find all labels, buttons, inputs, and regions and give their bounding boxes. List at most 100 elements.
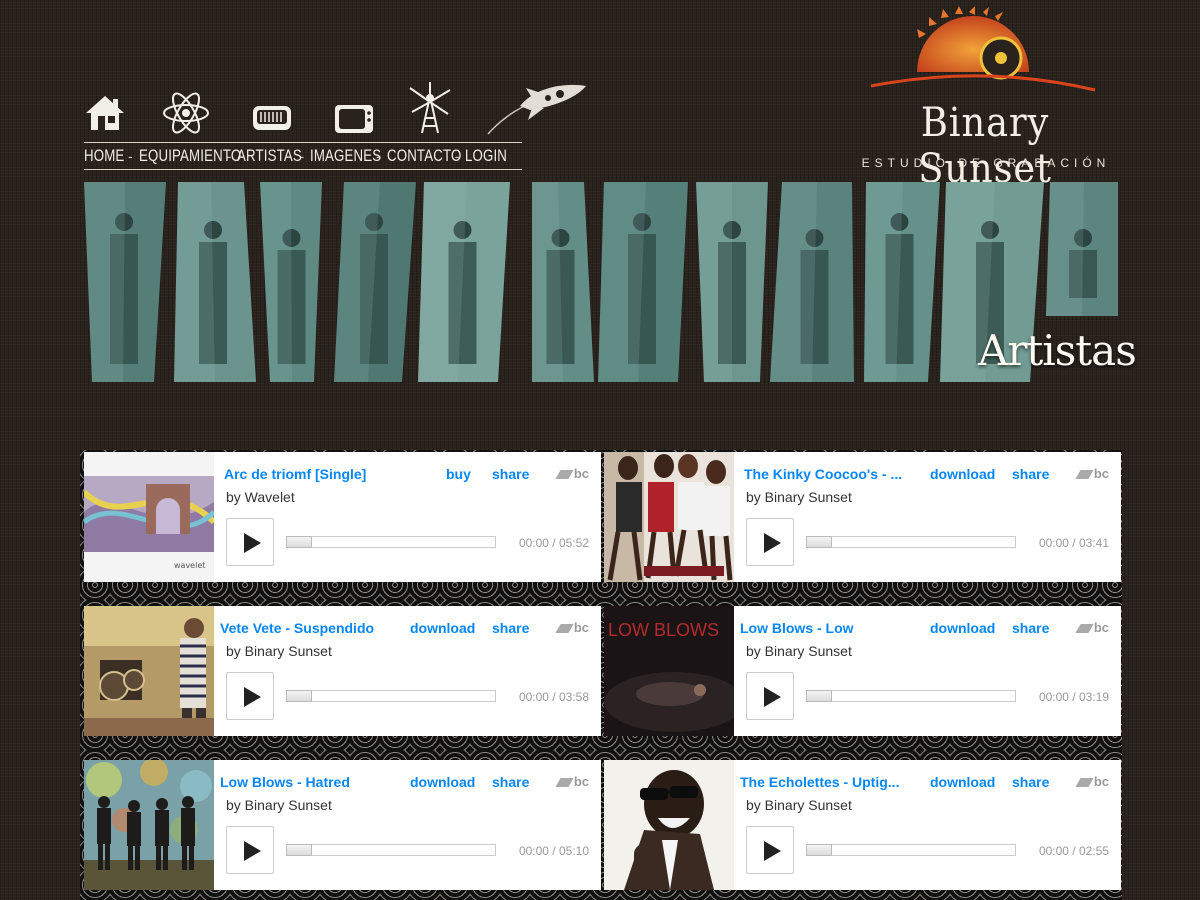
bandcamp-player: wavelet Arc de triomf [Single] by Wavele… [84,452,601,582]
bandcamp-brand: bc [573,466,589,481]
banner-photo-strip [696,182,768,382]
nav-icons [84,80,586,140]
album-art[interactable] [604,452,734,582]
track-title[interactable]: Vete Vete - Suspendido [220,620,374,636]
progress-thumb[interactable] [806,690,832,702]
album-art[interactable] [84,606,214,736]
download-link[interactable]: download [930,774,995,790]
banner-photo-strip [532,182,594,382]
progress-thumb[interactable] [286,536,312,548]
banner-photo-strips [84,182,1118,382]
bandcamp-brand: bc [573,774,589,789]
nav-equipamiento[interactable]: EQUIPAMIENTO [139,146,241,166]
share-link[interactable]: share [1012,774,1049,790]
play-button[interactable] [226,826,274,874]
main-nav: HOME - EQUIPAMIENTO - ARTISTAS - IMAGENE… [84,80,586,170]
house-icon[interactable] [84,94,126,132]
track-time: 00:00 / 03:58 [518,690,589,704]
track-time: 00:00 / 05:10 [518,844,589,858]
play-button[interactable] [746,672,794,720]
nav-contacto[interactable]: CONTACTO [387,146,461,166]
banner-photo-strip [770,182,854,382]
player-body: Vete Vete - Suspendido by Binary Sunset … [214,606,601,736]
bandcamp-player: Low Blows - Hatred by Binary Sunset down… [84,760,601,890]
logo-subtitle: ESTUDIO DE GRABACIÓN [861,156,1111,170]
banner-photo-strip [334,182,416,382]
nav-menu: HOME - EQUIPAMIENTO - ARTISTAS - IMAGENE… [84,142,522,170]
wavelet-signature: wavelet [174,561,205,570]
track-title[interactable]: Low Blows - Low [740,620,854,636]
download-link[interactable]: download [410,774,475,790]
banner-photo-strip [174,182,256,382]
progress-track[interactable] [806,690,1016,702]
progress-track[interactable] [286,690,496,702]
radio-icon[interactable] [252,104,292,132]
nav-imagenes[interactable]: IMAGENES [310,146,381,166]
progress-track[interactable] [806,844,1016,856]
play-button[interactable] [746,826,794,874]
bandcamp-logo[interactable]: bc [1075,774,1109,789]
download-link[interactable]: download [930,466,995,482]
progress-thumb[interactable] [286,844,312,856]
track-title[interactable]: The Echolettes - Uptig... [740,774,899,790]
share-link[interactable]: share [1012,620,1049,636]
track-artist: by Binary Sunset [746,797,852,813]
atom-icon[interactable] [162,92,210,134]
track-artist: by Binary Sunset [746,643,852,659]
player-body: Low Blows - Low by Binary Sunset downloa… [734,606,1121,736]
bandcamp-player: Vete Vete - Suspendido by Binary Sunset … [84,606,601,736]
track-time: 00:00 / 03:19 [1038,690,1109,704]
track-time: 00:00 / 02:55 [1038,844,1109,858]
track-title[interactable]: Arc de triomf [Single] [224,466,366,482]
progress-thumb[interactable] [806,844,832,856]
bandcamp-logo[interactable]: bc [555,774,589,789]
play-button[interactable] [226,518,274,566]
album-art[interactable]: wavelet [84,452,214,582]
track-title[interactable]: Low Blows - Hatred [220,774,350,790]
rocket-icon[interactable] [484,80,594,136]
bandcamp-brand: bc [1093,620,1109,635]
sunset-logo-icon [870,6,1096,92]
share-link[interactable]: share [492,620,529,636]
nav-artistas[interactable]: ARTISTAS [237,146,302,166]
album-art[interactable]: LOW BLOWS [604,606,734,736]
bandcamp-logo[interactable]: bc [1075,620,1109,635]
banner-photo-strip [598,182,688,382]
play-button[interactable] [746,518,794,566]
track-time: 00:00 / 05:52 [518,536,589,550]
track-artist: by Wavelet [226,489,295,505]
progress-track[interactable] [806,536,1016,548]
progress-track[interactable] [286,844,496,856]
bandcamp-icon [555,470,574,479]
bandcamp-logo[interactable]: bc [555,466,589,481]
track-title[interactable]: The Kinky Coocoo's - ... [744,466,902,482]
bandcamp-icon [555,778,574,787]
banner-photo-strip [260,182,322,382]
progress-thumb[interactable] [286,690,312,702]
progress-track[interactable] [286,536,496,548]
logo[interactable]: Binary Sunset ESTUDIO DE GRABACIÓN [855,6,1115,192]
banner-photo-strip [864,182,940,382]
share-link[interactable]: share [492,466,529,482]
player-body: The Kinky Coocoo's - ... by Binary Sunse… [734,452,1121,582]
low-blows-cover-text: LOW BLOWS [608,620,719,640]
nav-home[interactable]: HOME [84,146,124,166]
play-button[interactable] [226,672,274,720]
bandcamp-icon [1075,624,1094,633]
share-link[interactable]: share [492,774,529,790]
player-body: The Echolettes - Uptig... by Binary Suns… [734,760,1121,890]
bandcamp-logo[interactable]: bc [555,620,589,635]
bandcamp-icon [1075,470,1094,479]
radio-tower-icon[interactable] [406,82,454,134]
bandcamp-logo[interactable]: bc [1075,466,1109,481]
buy-link[interactable]: buy [446,466,471,482]
album-art[interactable] [84,760,214,890]
download-link[interactable]: download [930,620,995,636]
bandcamp-icon [555,624,574,633]
share-link[interactable]: share [1012,466,1049,482]
album-art[interactable] [604,760,734,890]
nav-login[interactable]: LOGIN [465,146,507,166]
tv-icon[interactable] [334,104,374,134]
progress-thumb[interactable] [806,536,832,548]
download-link[interactable]: download [410,620,475,636]
